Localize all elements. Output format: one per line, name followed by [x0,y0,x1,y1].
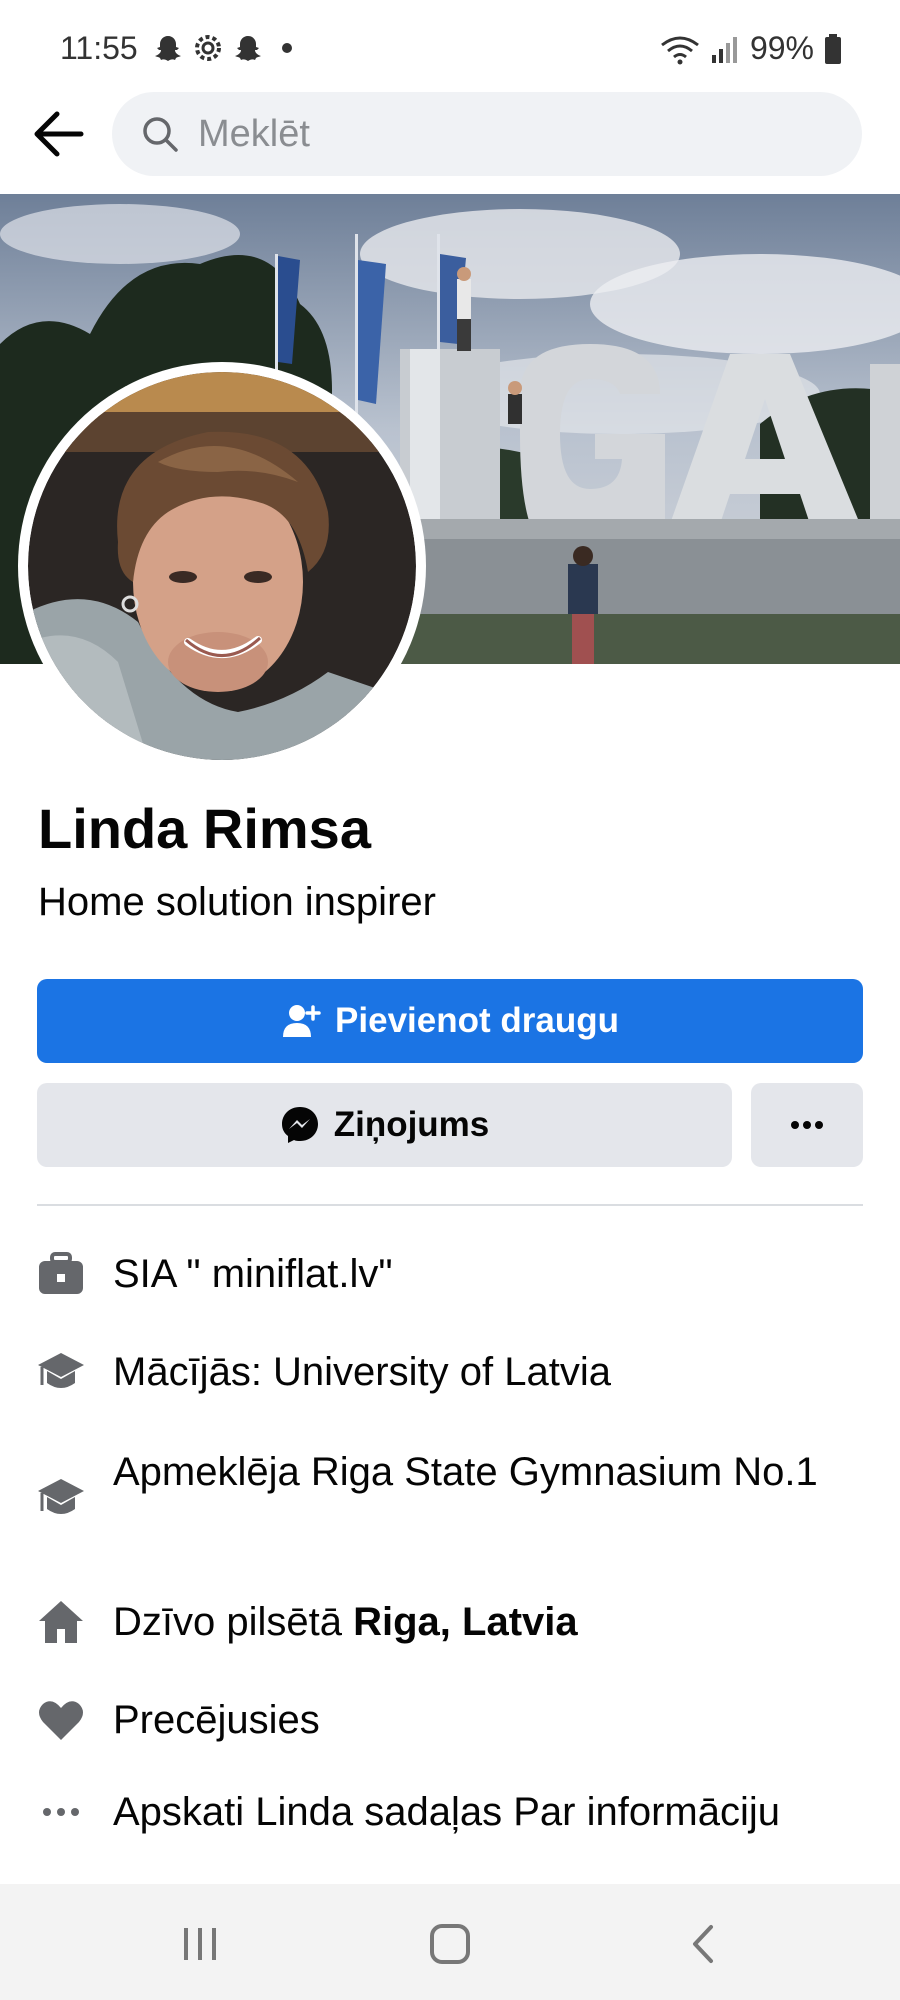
arrow-left-icon [34,111,84,157]
snapchat-icon-2 [235,36,261,61]
section-divider [37,1204,863,1206]
message-label: Ziņojums [333,1105,490,1144]
detail-lives: Dzīvo pilsētā Riga, Latvia [0,1596,900,1648]
detail-lives-prefix: Dzīvo pilsētā [113,1600,354,1644]
profile-name: Linda Rimsa [38,797,371,860]
system-indicators: 99% [660,30,842,67]
graduation-cap-icon-2 [36,1473,86,1523]
back-nav-button[interactable] [672,1914,732,1974]
messenger-icon [281,1107,318,1143]
graduation-cap-icon [36,1347,86,1397]
settings-gear-icon [195,35,221,61]
heart-icon [36,1695,86,1745]
top-bar [0,90,900,192]
detail-lives-city[interactable]: Riga, Latvia [353,1600,578,1644]
battery-percentage: 99% [749,30,814,66]
detail-lives-text: Dzīvo pilsētā Riga, Latvia [113,1596,873,1648]
status-bar: 11:55 99% [0,0,900,98]
home-button[interactable] [420,1914,480,1974]
notification-icons [152,32,292,64]
more-notifications-dot [282,43,292,53]
back-button[interactable] [28,104,88,164]
home-nav-icon [430,1924,470,1964]
see-about-row[interactable]: Apskati Linda sadaļas Par informāciju [0,1786,900,1838]
signal-icon [711,36,737,63]
battery-icon [825,33,841,64]
search-bar[interactable] [112,92,862,176]
detail-school: Apmeklēja Riga State Gymnasium No.1 [0,1446,900,1550]
profile-bio: Home solution inspirer [38,880,436,924]
detail-work: SIA " miniflat.lv" [0,1248,900,1300]
search-icon [143,117,178,152]
status-time: 11:55 [60,30,138,66]
detail-school-text: Apmeklēja Riga State Gymnasium No.1 [113,1450,818,1494]
recent-apps-icon [184,1928,216,1960]
briefcase-icon [36,1249,86,1299]
detail-relationship: Precējusies [0,1694,900,1746]
more-horizontal-icon-2 [36,1787,86,1837]
message-button[interactable]: Ziņojums [37,1083,732,1167]
detail-relationship-text: Precējusies [113,1698,320,1742]
snapchat-icon [155,36,181,61]
more-horizontal-icon [791,1121,823,1129]
add-friend-label: Pievienot draugu [335,1001,619,1040]
detail-study-text: Mācījās: University of Latvia [113,1350,611,1394]
more-options-button[interactable] [751,1083,863,1167]
detail-study: Mācījās: University of Latvia [0,1346,900,1398]
recent-apps-button[interactable] [170,1914,230,1974]
home-icon [36,1597,86,1647]
add-friend-icon [283,1005,321,1037]
add-friend-button[interactable]: Pievienot draugu [37,979,863,1063]
system-navigation-bar [0,1884,900,2000]
profile-avatar[interactable] [18,362,426,770]
wifi-icon [661,36,699,64]
detail-work-text: SIA " miniflat.lv" [113,1252,393,1296]
see-about-text[interactable]: Apskati Linda sadaļas Par informāciju [113,1786,873,1838]
chevron-left-icon [693,1925,713,1963]
profile-photo [28,372,416,760]
search-input[interactable] [198,104,818,164]
